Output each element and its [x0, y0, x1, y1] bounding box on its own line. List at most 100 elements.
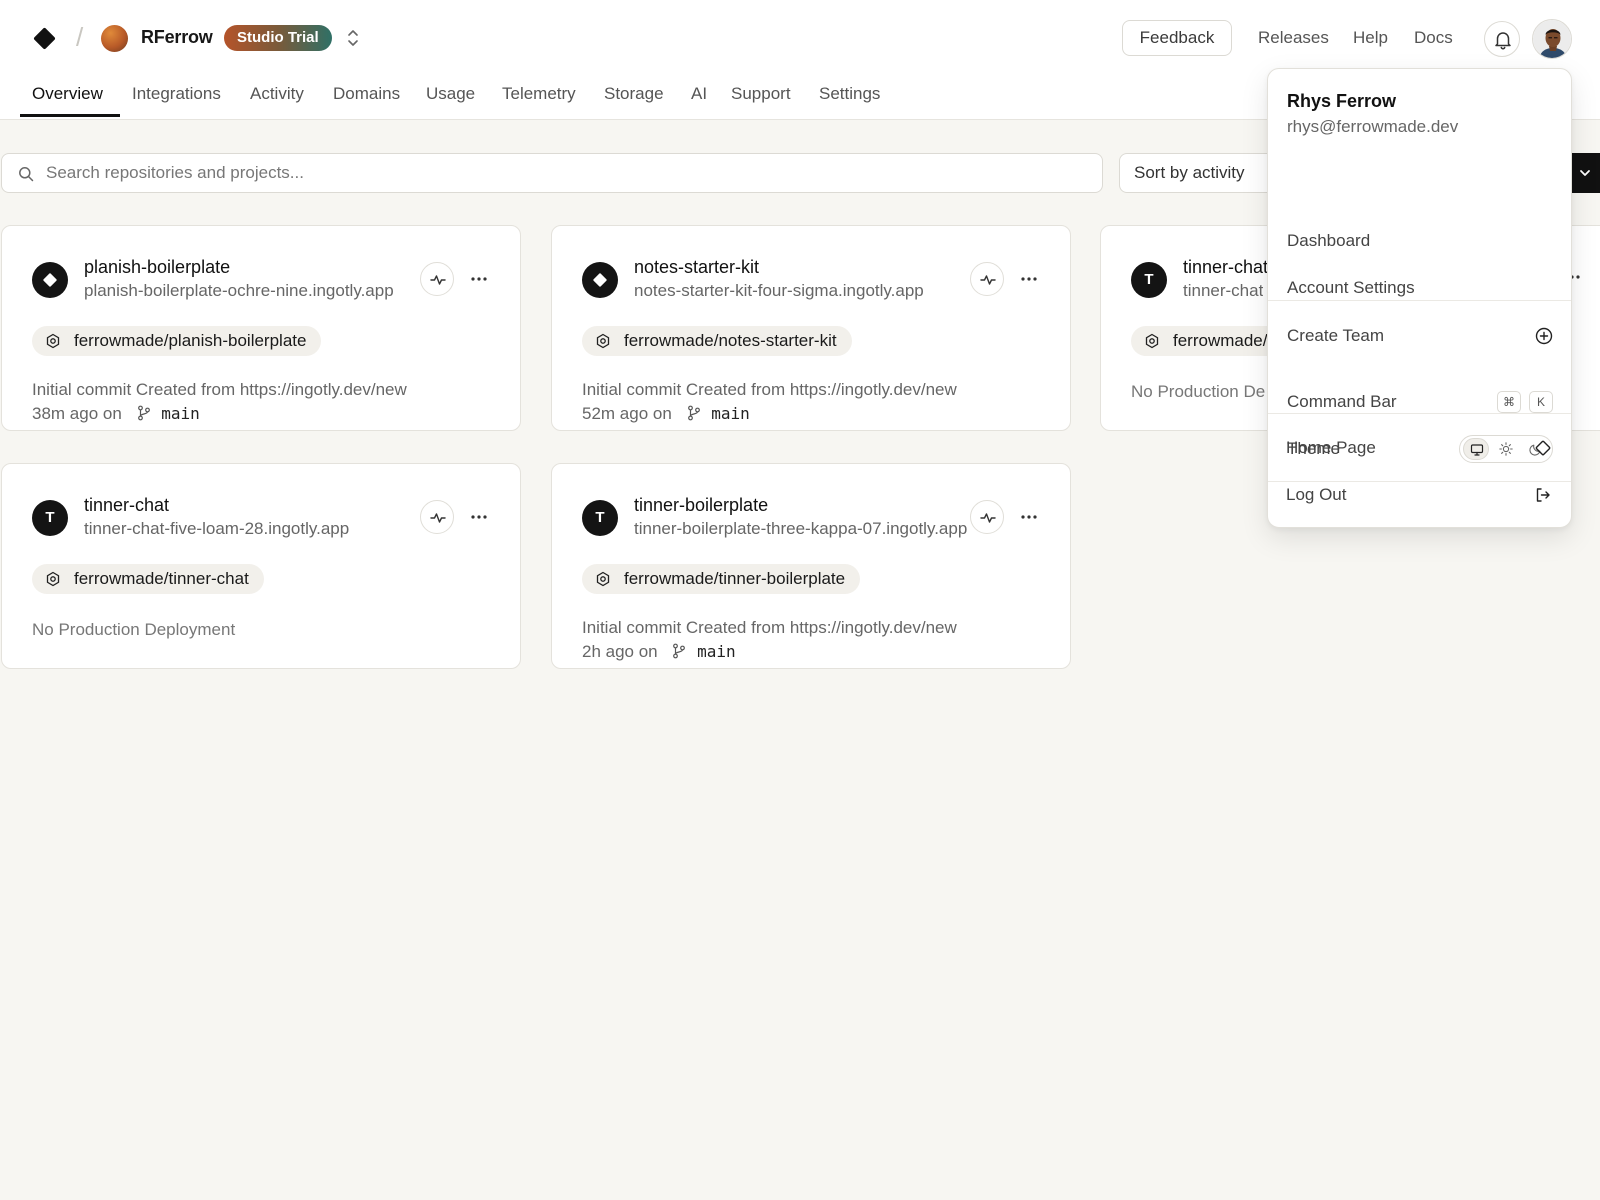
- deploy-meta: 52m ago on main: [582, 404, 750, 424]
- repository-link[interactable]: ferrowmade/tinner-boilerplate: [582, 564, 861, 594]
- repository-name: ferrowmade/tinner-boilerplate: [624, 569, 846, 588]
- more-options-button[interactable]: [1014, 262, 1044, 296]
- project-card[interactable]: notes-starter-kit notes-starter-kit-four…: [551, 225, 1071, 431]
- menu-item-log-out[interactable]: Log Out: [1267, 475, 1570, 515]
- more-options-button[interactable]: [1014, 500, 1044, 534]
- menu-item-dashboard[interactable]: Dashboard: [1268, 221, 1571, 261]
- feedback-button[interactable]: Feedback: [1122, 20, 1232, 56]
- project-name[interactable]: tinner-chat: [1183, 257, 1268, 278]
- repository-name: ferrowmade/planish-boilerplate: [74, 331, 307, 350]
- team-avatar[interactable]: [101, 25, 128, 52]
- more-options-button[interactable]: [464, 262, 494, 296]
- project-logo: T: [582, 500, 618, 536]
- project-name[interactable]: tinner-chat: [84, 495, 169, 516]
- releases-link[interactable]: Releases: [1258, 28, 1329, 48]
- notifications-button[interactable]: [1484, 21, 1520, 57]
- more-options-button[interactable]: [464, 500, 494, 534]
- project-domain-link[interactable]: planish-boilerplate-ochre-nine.ingotly.a…: [84, 281, 394, 301]
- tab-storage[interactable]: Storage: [592, 84, 676, 119]
- more-horizontal-icon: [1021, 277, 1037, 281]
- menu-item-account-settings[interactable]: Account Settings: [1268, 268, 1571, 308]
- tab-integrations[interactable]: Integrations: [120, 84, 233, 119]
- commit-message: Initial commit Created from https://ingo…: [582, 618, 957, 637]
- branch-name[interactable]: main: [161, 404, 200, 423]
- activity-button[interactable]: [420, 262, 454, 296]
- project-card[interactable]: T tinner-chat tinner-chat-five-loam-28.i…: [1, 463, 521, 669]
- menu-item-create-team[interactable]: Create Team: [1268, 316, 1571, 356]
- git-branch-icon: [673, 643, 686, 659]
- plan-badge: Studio Trial: [224, 25, 332, 51]
- project-logo: [32, 262, 68, 298]
- search-box: [1, 153, 1103, 193]
- menu-item-label: Command Bar: [1287, 392, 1397, 411]
- tab-ai[interactable]: AI: [679, 84, 719, 119]
- user-avatar-button[interactable]: [1532, 19, 1572, 59]
- pulse-icon: [980, 513, 996, 523]
- commit-time: 38m ago on: [32, 404, 122, 423]
- deployment-status: No Production Deployment: [32, 620, 236, 639]
- diamond-icon: [43, 273, 57, 287]
- project-domain-link[interactable]: tinner-boilerplate-three-kappa-07.ingotl…: [634, 519, 967, 539]
- menu-item-label: Account Settings: [1287, 278, 1415, 297]
- project-card[interactable]: T tinner-boilerplate tinner-boilerplate-…: [551, 463, 1071, 669]
- menu-item-home-page[interactable]: Home Page: [1267, 428, 1570, 468]
- log-out-icon: [1536, 488, 1550, 502]
- breadcrumb-separator: /: [76, 22, 84, 52]
- chevron-up-down-icon[interactable]: [346, 27, 360, 49]
- menu-item-command-bar[interactable]: Command Bar ⌘ K: [1268, 382, 1571, 422]
- git-repo-icon: [46, 333, 60, 349]
- menu-item-label: Create Team: [1287, 326, 1385, 345]
- project-name[interactable]: tinner-boilerplate: [634, 495, 768, 516]
- user-avatar-icon: [1533, 20, 1571, 58]
- more-horizontal-icon: [471, 515, 487, 519]
- project-name[interactable]: planish-boilerplate: [84, 257, 230, 278]
- search-icon: [19, 167, 34, 182]
- project-name[interactable]: notes-starter-kit: [634, 257, 759, 278]
- branch-name[interactable]: main: [711, 404, 750, 423]
- repository-link[interactable]: ferrowmade/planish-boilerplate: [32, 326, 322, 356]
- branch-name[interactable]: main: [697, 642, 736, 661]
- active-tab-indicator: [20, 114, 120, 117]
- pulse-icon: [430, 275, 446, 285]
- pulse-icon: [430, 513, 446, 523]
- search-input[interactable]: [46, 154, 1086, 192]
- repository-name: ferrowmade/notes-starter-kit: [624, 331, 837, 350]
- activity-button[interactable]: [970, 262, 1004, 296]
- project-domain-link[interactable]: tinner-chat-five-loam-28.ingotly.app: [84, 519, 349, 539]
- tab-settings[interactable]: Settings: [807, 84, 892, 119]
- deploy-meta: 2h ago on main: [582, 642, 736, 662]
- activity-button[interactable]: [420, 500, 454, 534]
- docs-link[interactable]: Docs: [1414, 28, 1453, 48]
- repository-link[interactable]: ferrowmade/: [1131, 326, 1283, 356]
- deploy-meta: 38m ago on main: [32, 404, 200, 424]
- more-horizontal-icon: [1021, 515, 1037, 519]
- tab-support[interactable]: Support: [719, 84, 803, 119]
- project-domain-link[interactable]: tinner-chat: [1183, 281, 1263, 301]
- activity-button[interactable]: [970, 500, 1004, 534]
- tab-usage[interactable]: Usage: [414, 84, 487, 119]
- diamond-icon: [593, 273, 607, 287]
- menu-divider: [1268, 413, 1571, 414]
- project-logo: T: [32, 500, 68, 536]
- tab-telemetry[interactable]: Telemetry: [490, 84, 588, 119]
- commit-time: 52m ago on: [582, 404, 672, 423]
- user-name: Rhys Ferrow: [1287, 91, 1397, 111]
- project-domain-link[interactable]: notes-starter-kit-four-sigma.ingotly.app: [634, 281, 924, 301]
- tab-domains[interactable]: Domains: [321, 84, 412, 119]
- repository-name: ferrowmade/: [1173, 331, 1268, 350]
- menu-item-label: Home Page: [1286, 438, 1376, 457]
- repository-link[interactable]: ferrowmade/tinner-chat: [32, 564, 264, 594]
- menu-item-label: Dashboard: [1287, 231, 1371, 250]
- brand-logo-icon[interactable]: [32, 26, 57, 51]
- git-repo-icon: [1145, 333, 1159, 349]
- menu-item-label: Log Out: [1286, 485, 1347, 504]
- team-name[interactable]: RFerrow: [141, 27, 213, 48]
- plus-circle-icon: [1535, 327, 1553, 345]
- project-logo: T: [1131, 262, 1167, 298]
- user-email: rhys@ferrowmade.dev: [1287, 117, 1459, 136]
- help-link[interactable]: Help: [1353, 28, 1388, 48]
- tab-activity[interactable]: Activity: [238, 84, 316, 119]
- project-card[interactable]: planish-boilerplate planish-boilerplate-…: [1, 225, 521, 431]
- repository-link[interactable]: ferrowmade/notes-starter-kit: [582, 326, 852, 356]
- diamond-outline-icon: [1535, 440, 1551, 456]
